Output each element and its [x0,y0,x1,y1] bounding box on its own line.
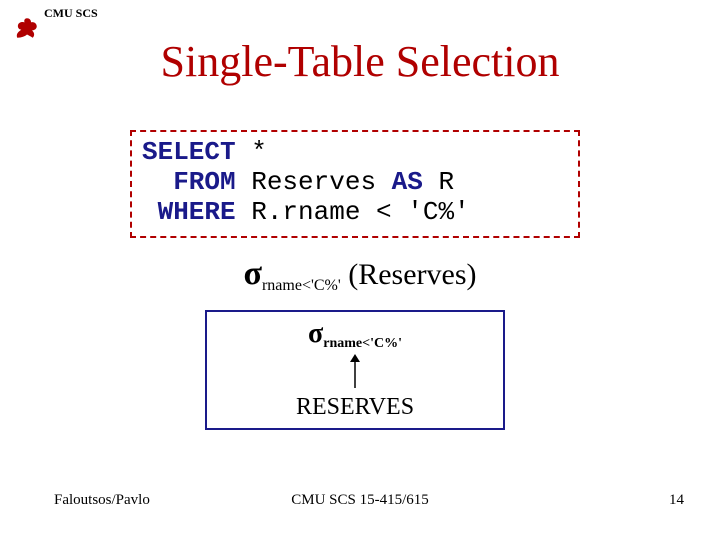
ra-open: ( [341,258,359,291]
query-tree-box: σrname<'C%' RESERVES [205,310,505,430]
tree-sigma-subscript: rname<'C%' [323,336,402,351]
sql-line-select: SELECT * [142,138,568,168]
sql-from-rest2: R [423,167,454,197]
sql-kw-as: AS [392,167,423,197]
sql-code-box: SELECT * FROM Reserves AS R WHERE R.rnam… [130,130,580,238]
sql-kw-where: WHERE [142,197,236,227]
sql-kw-select: SELECT [142,137,236,167]
tree-table-node: RESERVES [207,394,503,421]
ra-close: ) [467,258,477,291]
sql-line-where: WHERE R.rname < 'C%' [142,198,568,228]
footer: Faloutsos/Pavlo CMU SCS 15-415/615 14 [0,492,720,512]
sql-select-rest: * [236,137,267,167]
sql-from-rest1: Reserves [236,167,392,197]
sql-kw-from: FROM [142,167,236,197]
relational-algebra-expression: σrname<'C%' (Reserves) [0,255,720,295]
tree-sigma-node: σrname<'C%' [207,318,503,352]
footer-course: CMU SCS 15-415/615 [0,492,720,509]
arrow-up-icon [348,354,362,388]
sql-line-from: FROM Reserves AS R [142,168,568,198]
sigma-subscript: rname<'C%' [262,277,341,294]
header: CMU SCS [10,6,710,36]
tree-sigma-symbol: σ [308,318,323,349]
sql-where-rest: R.rname < 'C%' [236,197,470,227]
header-org: CMU SCS [44,6,98,21]
footer-page-number: 14 [669,492,684,509]
page-title: Single-Table Selection [0,36,720,87]
sigma-symbol: σ [243,255,262,292]
ra-operand: Reserves [358,258,466,291]
